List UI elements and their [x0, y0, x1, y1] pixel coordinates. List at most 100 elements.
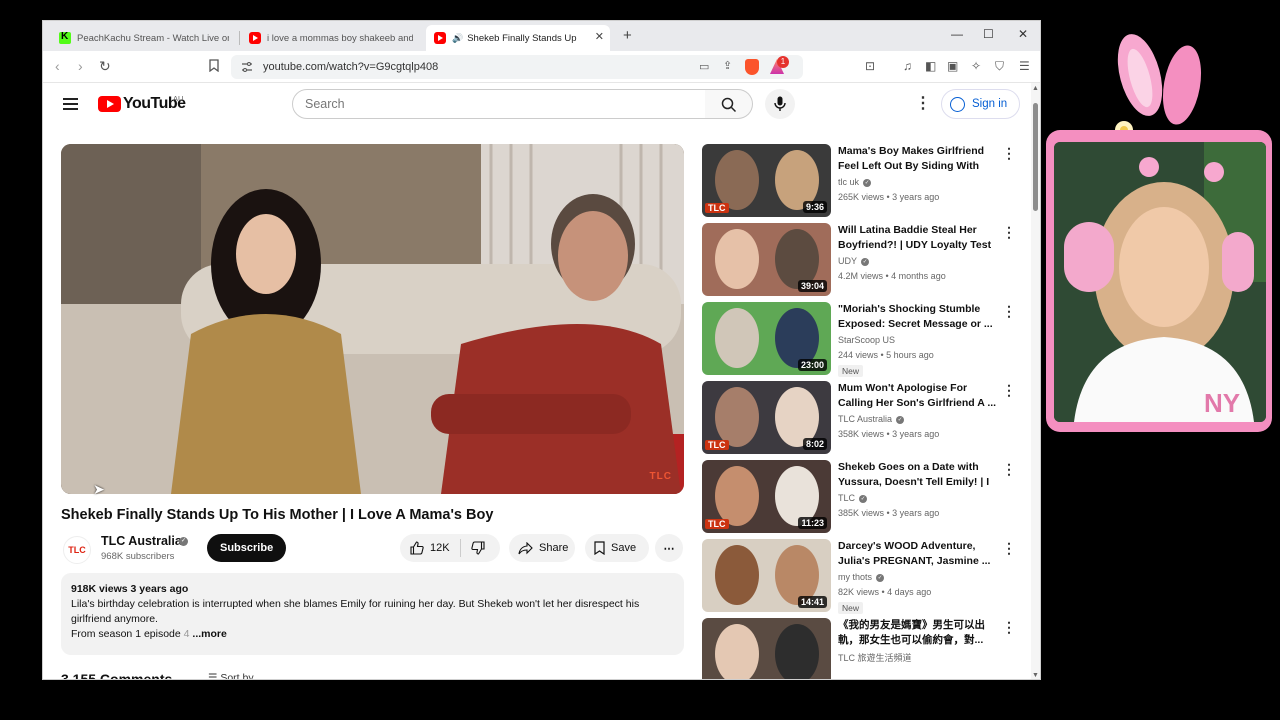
channel-name[interactable]: TLC Australia [101, 534, 182, 548]
recommended-video[interactable]: TLC 9:36 Mama's Boy Makes Girlfriend Feel … [702, 144, 1027, 218]
forward-icon[interactable]: › [78, 58, 83, 74]
sidebar-toggle-icon[interactable]: ◧ [925, 59, 936, 73]
save-bookmark-icon [594, 541, 605, 555]
save-button[interactable]: Save [585, 534, 649, 562]
minimize-icon[interactable]: — [951, 27, 963, 41]
tab-title: PeachKachu Stream - Watch Live on Kick [77, 32, 229, 44]
video-thumbnail[interactable]: TLC 8:02 [702, 381, 831, 454]
recommended-video[interactable]: 14:41 Darcey's WOOD Adventure, Julia's PR… [702, 539, 1027, 614]
recommended-video-title[interactable]: Mama's Boy Makes Girlfriend Feel Left Ou… [838, 144, 998, 174]
show-more-link[interactable]: ...more [192, 628, 226, 640]
recommended-channel-name[interactable]: my thots ✓ [838, 572, 885, 582]
recommended-channel-name[interactable]: tlc uk ✓ [838, 177, 872, 187]
sidebar-panel-icon[interactable]: ⊡ [865, 59, 875, 73]
youtube-favicon-icon [434, 32, 446, 44]
video-options-kebab-icon[interactable]: ⋮ [1002, 224, 1016, 241]
search-input[interactable] [292, 89, 706, 119]
more-actions-button[interactable]: ⋯ [655, 534, 683, 562]
tab-current-video[interactable]: 🔊 Shekeb Finally Stands Up To His Mother… [426, 25, 610, 51]
video-thumbnail[interactable] [702, 618, 831, 679]
sign-in-button[interactable]: Sign in [941, 89, 1021, 119]
cast-icon[interactable]: ▭ [699, 60, 709, 73]
thumbs-down-icon [470, 541, 485, 555]
channel-text: tlc uk [838, 177, 860, 187]
tlc-logo: TLC [705, 519, 729, 529]
recommended-video-title[interactable]: 《我的男友是媽寶》男生可以出軌，那女生也可以偷約會，對... [838, 618, 998, 648]
scroll-up-icon[interactable]: ▲ [1032, 85, 1039, 92]
recommended-views-age: 358K views • 3 years ago [838, 429, 940, 439]
video-options-kebab-icon[interactable]: ⋮ [1002, 461, 1016, 478]
dislike-button[interactable] [461, 534, 495, 562]
scroll-down-icon[interactable]: ▼ [1032, 672, 1039, 679]
sort-comments-button[interactable]: ☰ Sort by [208, 672, 254, 679]
save-label: Save [611, 542, 637, 554]
video-title: Shekeb Finally Stands Up To His Mother |… [61, 507, 494, 523]
recommended-channel-name[interactable]: TLC ✓ [838, 493, 868, 503]
wallet-icon[interactable]: ▣ [947, 59, 958, 73]
site-settings-icon[interactable] [241, 60, 253, 78]
tab-separator [239, 31, 240, 45]
recommended-video[interactable]: 23:00 "Moriah's Shocking Stumble Exposed:… [702, 302, 1027, 377]
share-button[interactable]: Share [509, 534, 575, 562]
maximize-icon[interactable]: ☐ [983, 27, 994, 41]
comments-count: 3,155 Comments [61, 671, 173, 680]
video-options-kebab-icon[interactable]: ⋮ [1002, 382, 1016, 399]
close-window-icon[interactable]: ✕ [1018, 27, 1028, 41]
video-thumbnail[interactable]: 39:04 [702, 223, 831, 296]
close-tab-icon[interactable]: ✕ [595, 30, 604, 43]
recommended-video[interactable]: 《我的男友是媽寶》男生可以出軌，那女生也可以偷約會，對... TLC 旅遊生活頻道… [702, 618, 1027, 679]
streamer-webcam-image: NY [1054, 142, 1266, 422]
bookmark-icon[interactable] [209, 59, 219, 75]
video-options-kebab-icon[interactable]: ⋮ [1002, 303, 1016, 320]
channel-avatar[interactable]: TLC [63, 536, 91, 564]
like-button[interactable]: 12K [400, 534, 460, 562]
reload-icon[interactable]: ↻ [99, 58, 111, 75]
brave-shields-icon[interactable] [745, 59, 759, 75]
video-thumbnail[interactable]: 23:00 [702, 302, 831, 375]
new-tab-icon[interactable]: + [623, 27, 632, 44]
channel-text: UDY [838, 256, 858, 266]
address-bar[interactable]: youtube.com/watch?v=G9cgtqlp408 ▭ ⇪ 1 [231, 55, 803, 79]
video-options-kebab-icon[interactable]: ⋮ [1002, 619, 1016, 636]
recommended-channel-name[interactable]: UDY ✓ [838, 256, 870, 266]
settings-kebab-icon[interactable]: ⋮ [915, 93, 931, 113]
subscribe-button[interactable]: Subscribe [207, 534, 287, 562]
verified-icon: ✓ [859, 494, 868, 503]
recommended-channel-name[interactable]: StarScoop US [838, 335, 895, 345]
video-options-kebab-icon[interactable]: ⋮ [1002, 540, 1016, 557]
scroll-thumb[interactable] [1033, 103, 1038, 211]
search-button[interactable] [705, 89, 753, 119]
video-thumbnail[interactable]: TLC 11:23 [702, 460, 831, 533]
recommended-video-title[interactable]: Darcey's WOOD Adventure, Julia's PREGNAN… [838, 539, 998, 569]
video-thumbnail[interactable]: TLC 9:36 [702, 144, 831, 217]
recommended-channel-name[interactable]: TLC 旅遊生活頻道 [838, 651, 912, 664]
tab-search-results[interactable]: i love a mommas boy shakeeb and emily [241, 25, 421, 51]
recommended-video[interactable]: 39:04 Will Latina Baddie Steal Her Boyfri… [702, 223, 1027, 297]
recommended-views-age: 385K views • 3 years ago [838, 508, 940, 518]
video-options-kebab-icon[interactable]: ⋮ [1002, 145, 1016, 162]
recommended-channel-name[interactable]: TLC Australia ✓ [838, 414, 905, 424]
voice-search-button[interactable] [765, 89, 795, 119]
recommended-video-title[interactable]: Will Latina Baddie Steal Her Boyfriend?!… [838, 223, 998, 253]
browser-window: PeachKachu Stream - Watch Live on Kick i… [42, 20, 1041, 680]
description-box[interactable]: 918K views 3 years ago Lila's birthday c… [61, 573, 684, 655]
page-scrollbar[interactable]: ▲ ▼ [1031, 83, 1040, 679]
recommended-video-title[interactable]: "Moriah's Shocking Stumble Exposed: Secr… [838, 302, 998, 332]
share-label: Share [539, 542, 569, 554]
guide-menu-icon[interactable] [63, 98, 78, 110]
recommended-video-title[interactable]: Mum Won't Apologise For Calling Her Son'… [838, 381, 998, 411]
media-icon[interactable]: ♫ [903, 59, 912, 73]
recommended-video[interactable]: TLC 8:02 Mum Won't Apologise For Calling H… [702, 381, 1027, 455]
recommended-video-title[interactable]: Shekeb Goes on a Date with Yussura, Does… [838, 460, 998, 490]
share-page-icon[interactable]: ⇪ [723, 59, 732, 72]
tab-kick-stream[interactable]: PeachKachu Stream - Watch Live on Kick [51, 25, 237, 51]
leo-ai-icon[interactable]: ✧ [971, 59, 981, 73]
video-player[interactable]: TLC [61, 144, 684, 494]
vpn-shield-icon[interactable]: ⛉ [995, 59, 1004, 74]
recommended-video[interactable]: TLC 11:23 Shekeb Goes on a Date with Yussu… [702, 460, 1027, 534]
video-thumbnail[interactable]: 14:41 [702, 539, 831, 612]
browser-menu-icon[interactable]: ☰ [1019, 59, 1030, 73]
back-icon[interactable]: ‹ [55, 58, 60, 74]
subscriber-count: 968K subscribers [101, 551, 175, 562]
sign-in-label: Sign in [972, 98, 1008, 110]
